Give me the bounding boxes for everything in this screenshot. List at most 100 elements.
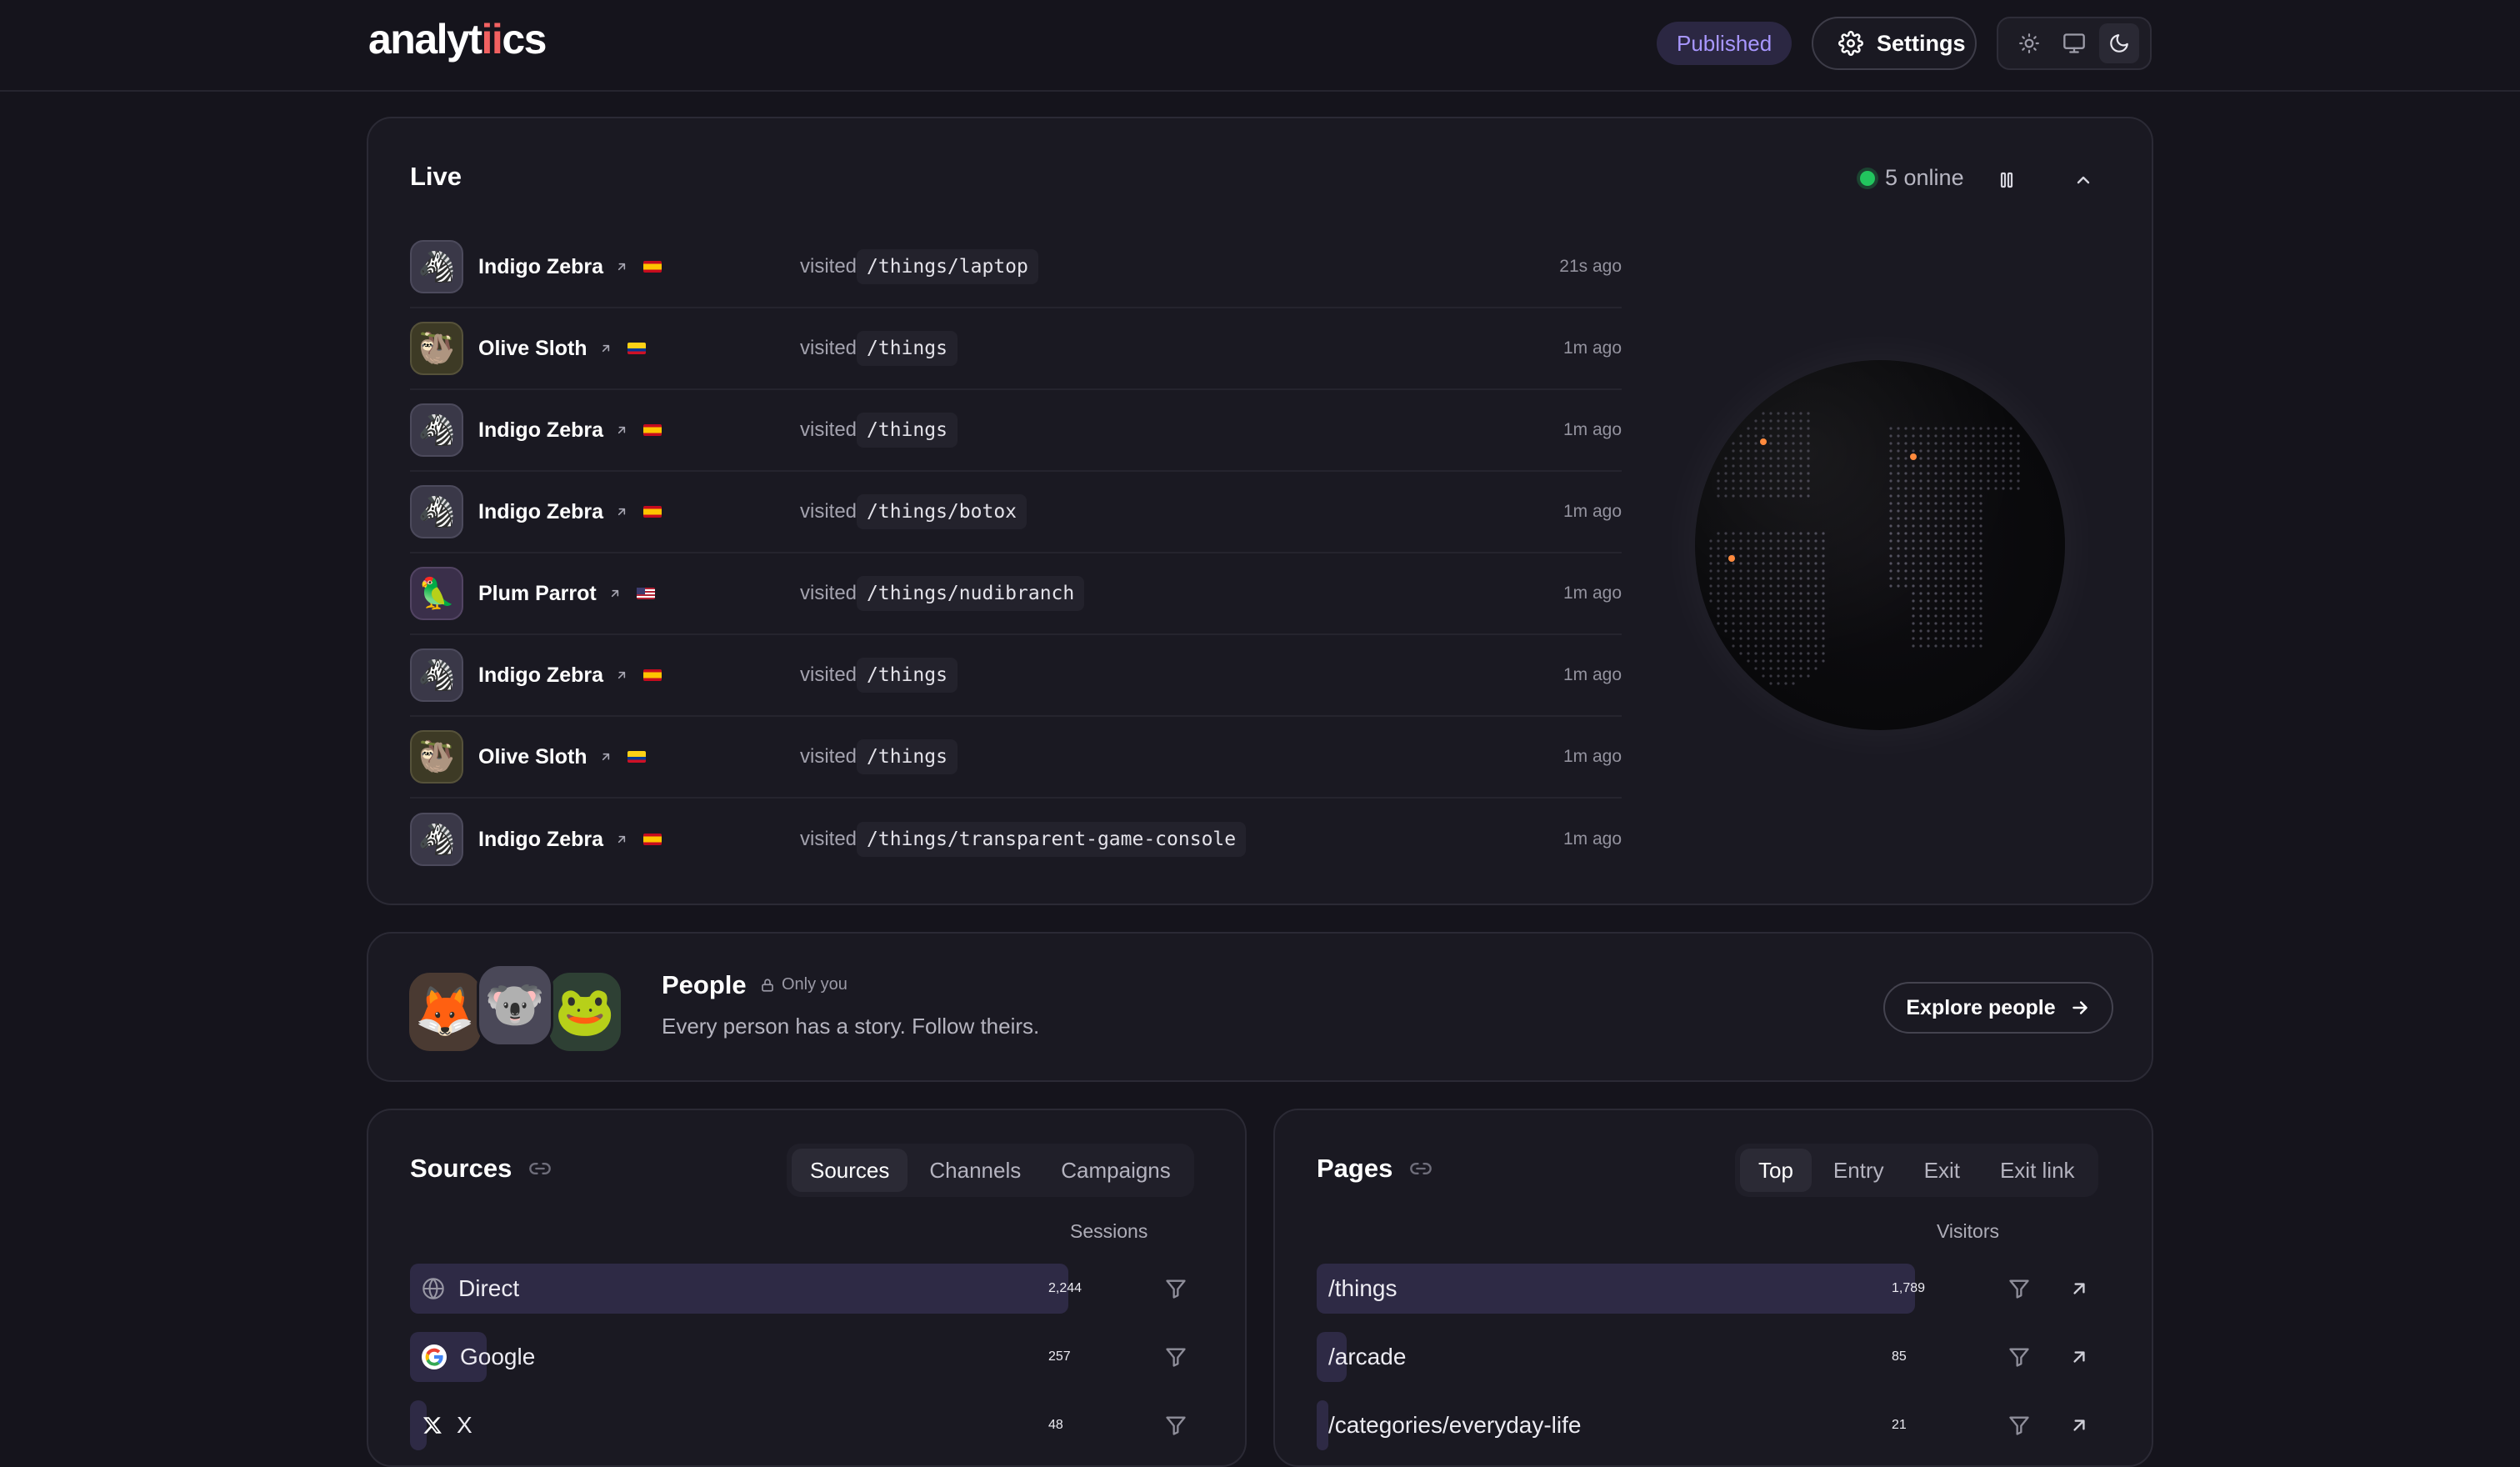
globe-land-dot — [1792, 547, 1795, 550]
avatar[interactable]: 🦥 — [410, 322, 463, 375]
visitor-name[interactable]: Olive Sloth — [478, 337, 588, 361]
globe-land-dot — [1904, 487, 1908, 490]
list-item[interactable]: 🦥 Olive Sloth visited/things 1m ago — [410, 308, 1622, 390]
dark-theme-button[interactable] — [2099, 23, 2139, 63]
globe-land-dot — [1972, 599, 1975, 603]
table-row[interactable]: /arcade — [1317, 1332, 1915, 1382]
avatar[interactable]: 🦓 — [410, 240, 463, 293]
avatar[interactable]: 🐸 — [547, 970, 623, 1054]
list-item[interactable]: 🦓 Indigo Zebra visited/things/laptop 21s ag… — [410, 227, 1622, 308]
avatar[interactable]: 🦓 — [410, 403, 463, 457]
visitor-name[interactable]: Olive Sloth — [478, 745, 588, 769]
visited-path[interactable]: /things/botox — [857, 494, 1028, 529]
globe-land-dot — [1822, 584, 1825, 588]
list-item[interactable]: 🦓 Indigo Zebra visited/things 1m ago — [410, 635, 1622, 717]
tab-exit[interactable]: Exit — [1906, 1149, 1978, 1192]
explore-people-button[interactable]: Explore people — [1883, 982, 2113, 1034]
filter-button[interactable] — [1163, 1344, 1188, 1369]
visitor-name[interactable]: Indigo Zebra — [478, 500, 603, 524]
globe-land-dot — [1964, 629, 1968, 633]
visited-path[interactable]: /things/nudibranch — [857, 576, 1085, 611]
visitor-location-marker[interactable] — [1760, 438, 1767, 445]
avatar[interactable]: 🦊 — [407, 970, 483, 1054]
open-page-button[interactable] — [2067, 1276, 2092, 1301]
link-icon[interactable] — [528, 1157, 552, 1180]
visited-path[interactable]: /things — [857, 739, 958, 774]
tab-channels[interactable]: Channels — [911, 1149, 1039, 1192]
globe-visualization[interactable] — [1695, 360, 2065, 730]
globe-land-dot — [1769, 539, 1772, 543]
arrow-up-right-icon[interactable] — [608, 587, 622, 600]
tab-top[interactable]: Top — [1740, 1149, 1812, 1192]
arrow-up-right-icon[interactable] — [615, 668, 628, 682]
visitor-name[interactable]: Indigo Zebra — [478, 828, 603, 852]
table-row[interactable]: Google — [410, 1332, 1068, 1382]
collapse-button[interactable] — [2068, 165, 2098, 195]
tab-exit-link[interactable]: Exit link — [1982, 1149, 2093, 1192]
chevron-up-icon — [2077, 176, 2090, 184]
visited-path[interactable]: /things — [857, 413, 958, 448]
globe-land-dot — [1979, 532, 1982, 535]
avatar[interactable]: 🦓 — [410, 648, 463, 702]
globe-land-dot — [1957, 479, 1960, 483]
globe-land-dot — [1964, 532, 1968, 535]
link-icon[interactable] — [1409, 1157, 1432, 1180]
visitor-location-marker[interactable] — [1910, 453, 1917, 460]
visitor-name[interactable]: Indigo Zebra — [478, 663, 603, 688]
avatar[interactable]: 🦜 — [410, 567, 463, 620]
arrow-up-right-icon[interactable] — [599, 750, 612, 764]
list-item[interactable]: 🦓 Indigo Zebra visited/things/transparent-… — [410, 799, 1622, 880]
visited-path[interactable]: /things — [857, 331, 958, 366]
published-badge[interactable]: Published — [1657, 22, 1792, 65]
list-item[interactable]: 🦓 Indigo Zebra visited/things 1m ago — [410, 390, 1622, 472]
visited-path[interactable]: /things/laptop — [857, 249, 1038, 284]
open-page-button[interactable] — [2067, 1413, 2092, 1438]
globe-land-dot — [1964, 457, 1968, 460]
globe-land-dot — [1822, 569, 1825, 573]
visitor-name[interactable]: Indigo Zebra — [478, 255, 603, 279]
logo[interactable]: analytiics — [368, 15, 547, 63]
open-page-button[interactable] — [2067, 1344, 2092, 1369]
visited-path[interactable]: /things — [857, 658, 958, 693]
avatar[interactable]: 🦥 — [410, 730, 463, 784]
light-theme-button[interactable] — [2009, 23, 2049, 63]
globe-land-dot — [1769, 434, 1772, 438]
filter-button[interactable] — [2007, 1344, 2032, 1369]
table-row[interactable]: Direct — [410, 1264, 1068, 1314]
visitor-location-marker[interactable] — [1728, 555, 1735, 562]
globe-land-dot — [1949, 637, 1952, 640]
arrow-up-right-icon[interactable] — [615, 833, 628, 846]
globe-land-dot — [2002, 427, 2005, 430]
globe-land-dot — [1754, 479, 1758, 483]
arrow-up-right-icon[interactable] — [615, 505, 628, 518]
tab-campaigns[interactable]: Campaigns — [1042, 1149, 1189, 1192]
table-row[interactable]: X — [410, 1400, 1068, 1450]
tab-sources[interactable]: Sources — [792, 1149, 908, 1192]
avatar[interactable]: 🦓 — [410, 485, 463, 538]
globe-land-dot — [1942, 494, 1945, 498]
tab-entry[interactable]: Entry — [1815, 1149, 1902, 1192]
table-row[interactable]: /categories/everyday-life — [1317, 1400, 1915, 1450]
arrow-up-right-icon[interactable] — [615, 423, 628, 437]
system-theme-button[interactable] — [2054, 23, 2094, 63]
list-item[interactable]: 🦥 Olive Sloth visited/things 1m ago — [410, 717, 1622, 799]
globe-land-dot — [1897, 524, 1900, 528]
avatar[interactable]: 🦓 — [410, 813, 463, 866]
visitor-name[interactable]: Plum Parrot — [478, 582, 597, 606]
visited-path[interactable]: /things/transparent-game-console — [857, 822, 1247, 857]
globe-land-dot — [1762, 487, 1765, 490]
settings-button[interactable]: Settings — [1812, 17, 1977, 70]
pause-button[interactable] — [1992, 165, 2022, 195]
filter-button[interactable] — [1163, 1413, 1188, 1438]
filter-button[interactable] — [1163, 1276, 1188, 1301]
filter-button[interactable] — [2007, 1413, 2032, 1438]
arrow-up-right-icon[interactable] — [615, 260, 628, 273]
visitor-name[interactable]: Indigo Zebra — [478, 418, 603, 443]
list-item[interactable]: 🦜 Plum Parrot visited/things/nudibranch 1m … — [410, 553, 1622, 635]
arrow-up-right-icon[interactable] — [599, 342, 612, 355]
table-row[interactable]: /things — [1317, 1264, 1915, 1314]
list-item[interactable]: 🦓 Indigo Zebra visited/things/botox 1m ago — [410, 472, 1622, 553]
avatar[interactable]: 🐨 — [477, 964, 553, 1047]
filter-button[interactable] — [2007, 1276, 2032, 1301]
globe-land-dot — [1964, 472, 1968, 475]
